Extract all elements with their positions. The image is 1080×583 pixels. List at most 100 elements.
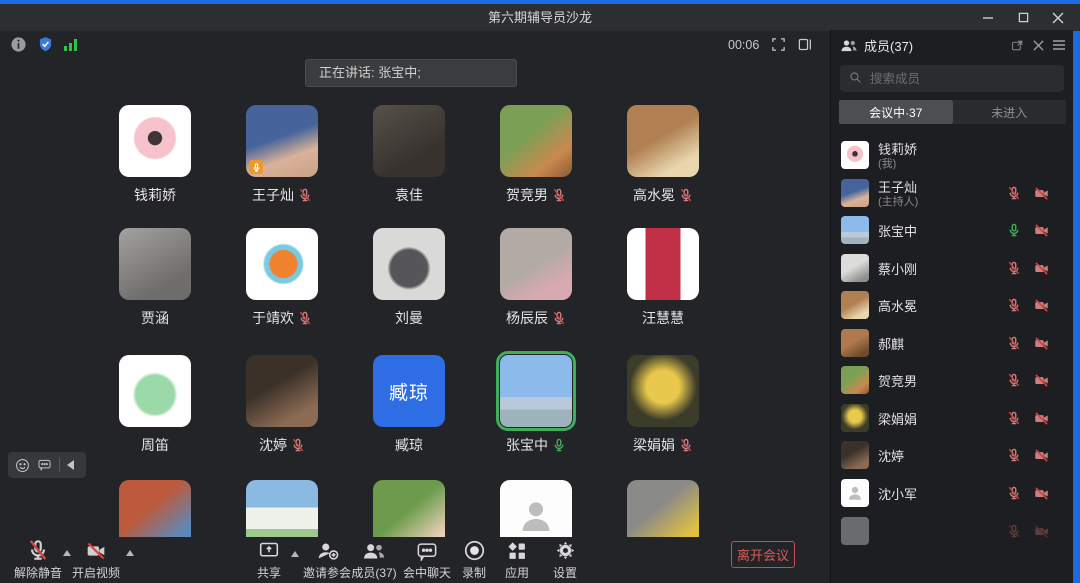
mic-muted-icon[interactable] [1007, 336, 1021, 350]
mic-muted-icon [1007, 524, 1021, 538]
member-row[interactable]: 高水冕 [831, 286, 1073, 324]
maximize-icon [1018, 12, 1029, 23]
participant-avatar [627, 480, 699, 537]
participant-tile-partial[interactable] [481, 480, 591, 537]
participant-avatar [500, 355, 572, 427]
participant-avatar [119, 228, 191, 300]
participant-tile[interactable]: 于靖欢 [227, 228, 337, 326]
participant-avatar [246, 480, 318, 537]
mic-muted-icon [27, 539, 49, 561]
member-row[interactable]: 钱莉娇 (我) [831, 136, 1073, 174]
participant-tile[interactable]: 刘曼 [354, 228, 464, 326]
leave-meeting-button[interactable]: 离开会议 [731, 541, 795, 568]
close-panel-icon[interactable] [1033, 40, 1044, 51]
member-row[interactable]: 沈小军 [831, 474, 1073, 512]
maximize-button[interactable] [1007, 4, 1039, 31]
member-row[interactable]: 张宝中 [831, 211, 1073, 249]
participant-tile[interactable]: 贺竞男 [481, 105, 591, 203]
member-row[interactable]: 梁娟娟 [831, 399, 1073, 437]
member-row[interactable]: 王子灿 (主持人) [831, 174, 1073, 212]
member-row[interactable]: 郝麒 [831, 324, 1073, 362]
participant-tile[interactable]: 钱莉娇 [100, 105, 210, 203]
camera-off-icon[interactable] [1032, 448, 1051, 463]
video-options-caret[interactable] [126, 550, 134, 556]
mic-muted-icon[interactable] [1007, 448, 1021, 462]
mic-muted-icon[interactable] [1007, 261, 1021, 275]
camera-off-icon[interactable] [1032, 486, 1051, 501]
participant-avatar [246, 228, 318, 300]
participant-tile[interactable]: 贾涵 [100, 228, 210, 326]
camera-off-icon[interactable] [1032, 186, 1051, 201]
member-avatar [841, 141, 869, 169]
share-screen-icon [258, 540, 280, 561]
participant-avatar [500, 228, 572, 300]
camera-off-icon[interactable] [1032, 298, 1051, 313]
participant-tile[interactable]: 臧琼 臧琼 [354, 355, 464, 453]
camera-off-icon[interactable] [1032, 261, 1051, 276]
search-icon [849, 71, 862, 84]
participant-tile-active-speaker[interactable]: 张宝中 [481, 355, 591, 453]
menu-icon[interactable] [1053, 40, 1065, 50]
participant-tile[interactable]: 杨辰辰 [481, 228, 591, 326]
participant-tile[interactable]: 周笛 [100, 355, 210, 453]
participant-tile[interactable]: 汪慧慧 [608, 228, 718, 326]
participant-tile-partial[interactable] [100, 480, 210, 537]
participant-name: 贺竞男 [506, 185, 548, 205]
participant-name: 臧琼 [395, 435, 423, 455]
mic-active-icon[interactable] [1007, 223, 1021, 237]
participant-avatar [500, 105, 572, 177]
participant-tile-partial[interactable] [227, 480, 337, 537]
mic-badge [249, 160, 263, 174]
settings-button[interactable]: 设置 [525, 537, 605, 581]
search-members-input[interactable] [840, 65, 1064, 92]
camera-off-icon[interactable] [1032, 411, 1051, 426]
member-name: 高水冕 [878, 296, 917, 315]
member-avatar [841, 366, 869, 394]
participant-name: 王子灿 [252, 185, 294, 205]
member-row[interactable]: 蔡小刚 [831, 249, 1073, 287]
person-placeholder-icon [516, 496, 556, 536]
mic-muted-icon[interactable] [1007, 186, 1021, 200]
gear-icon [555, 540, 576, 561]
mic-muted-icon[interactable] [1007, 298, 1021, 312]
participant-tile[interactable]: 沈婷 [227, 355, 337, 453]
close-icon [1052, 12, 1064, 24]
tab-in-meeting[interactable]: 会议中·37 [839, 100, 953, 124]
camera-off-icon[interactable] [1032, 373, 1051, 388]
member-name: 张宝中 [878, 221, 917, 240]
close-button[interactable] [1042, 4, 1074, 31]
popout-icon[interactable] [1011, 39, 1024, 52]
camera-off-icon [83, 541, 109, 561]
participant-avatar [627, 228, 699, 300]
members-panel-header: 成员(37) [831, 30, 1073, 60]
collapse-arrow-icon[interactable] [67, 460, 74, 470]
camera-off-icon [1032, 524, 1051, 539]
mic-muted-icon[interactable] [1007, 486, 1021, 500]
mic-active-icon [552, 438, 566, 452]
minimize-button[interactable] [972, 4, 1004, 31]
mic-muted-icon [298, 188, 312, 202]
participant-tile-partial[interactable] [354, 480, 464, 537]
participant-tile[interactable]: 高水冕 [608, 105, 718, 203]
camera-off-icon[interactable] [1032, 336, 1051, 351]
participant-tile[interactable]: 梁娟娟 [608, 355, 718, 453]
start-video-button[interactable]: 开启视频 [56, 537, 136, 581]
member-row[interactable]: 沈婷 [831, 436, 1073, 474]
tab-not-joined[interactable]: 未进入 [953, 100, 1067, 124]
minimize-icon [982, 12, 994, 24]
chat-bubble-icon[interactable] [37, 458, 52, 472]
mic-muted-icon[interactable] [1007, 411, 1021, 425]
participant-name: 汪慧慧 [642, 308, 684, 328]
member-row-partial[interactable] [831, 512, 1073, 550]
camera-off-icon[interactable] [1032, 223, 1051, 238]
reaction-pill [8, 452, 86, 478]
participant-tile[interactable]: 王子灿 [227, 105, 337, 203]
title-bar: 第六期辅导员沙龙 [0, 4, 1080, 31]
participant-tile-partial[interactable] [608, 480, 718, 537]
mic-muted-icon[interactable] [1007, 373, 1021, 387]
member-row[interactable]: 贺竞男 [831, 361, 1073, 399]
participant-tile[interactable]: 袁佳 [354, 105, 464, 203]
member-avatar [841, 216, 869, 244]
emoji-icon[interactable] [15, 458, 30, 473]
participant-avatar: 臧琼 [373, 355, 445, 427]
